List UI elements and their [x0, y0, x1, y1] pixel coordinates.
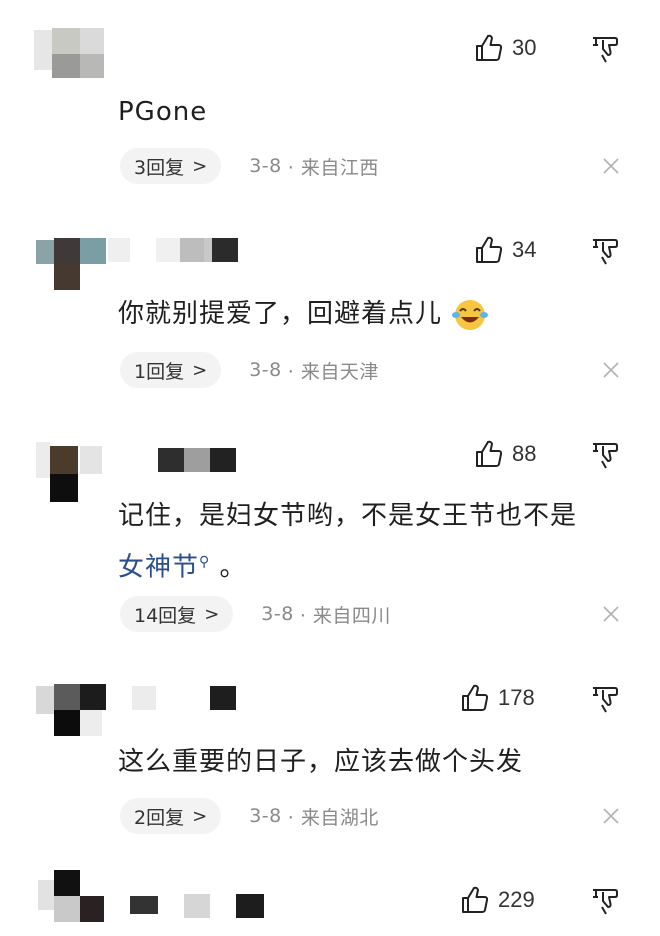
username-redacted[interactable] — [158, 448, 238, 472]
thumbs-up-icon — [460, 683, 490, 713]
avatar[interactable] — [34, 866, 106, 926]
topic-link[interactable]: 女神节 — [118, 553, 199, 583]
comment-date: 3-8 — [261, 603, 294, 625]
comment-date: 3-8 — [249, 805, 282, 827]
comment-item: 178 这么重要的日子，应该去做个头发 2回复 > 3-8 · 来自湖北 — [0, 660, 660, 860]
comment-date: 3-8 — [249, 155, 282, 177]
like-count: 34 — [512, 237, 537, 262]
reply-count-button[interactable]: 2回复 > — [120, 798, 222, 834]
avatar[interactable] — [34, 222, 106, 290]
avatar[interactable] — [34, 428, 106, 502]
chevron-right-icon: > — [204, 603, 220, 625]
close-icon[interactable] — [600, 359, 622, 381]
comment-text: 你就别提爱了，回避着点儿 — [118, 292, 489, 336]
like-button[interactable]: 30 — [474, 28, 536, 68]
comment-text: 记住，是妇女节哟，不是女王节也不是 — [118, 501, 578, 531]
like-count: 30 — [512, 35, 537, 60]
close-icon[interactable] — [600, 155, 622, 177]
reply-count: 3回复 — [134, 156, 185, 179]
like-button[interactable]: 88 — [474, 434, 536, 474]
thumbs-up-icon — [460, 885, 490, 915]
comment-item: 88 记住，是妇女节哟，不是女王节也不是 女神节⚲ 。 14回复 > 3-8 ·… — [0, 410, 660, 660]
comment-text: PGone — [118, 97, 208, 127]
close-icon[interactable] — [600, 603, 622, 625]
search-icon: ⚲ — [199, 554, 211, 570]
reply-count: 1回复 — [134, 360, 185, 383]
comment-location: · 来自天津 — [287, 360, 379, 383]
avatar[interactable] — [34, 20, 106, 80]
laughing-crying-emoji — [451, 298, 489, 332]
like-button[interactable]: 229 — [460, 880, 535, 920]
like-count: 229 — [498, 887, 535, 912]
thumbs-up-icon — [474, 235, 504, 265]
reply-count: 14回复 — [134, 604, 197, 627]
comment-text: 这么重要的日子，应该去做个头发 — [118, 747, 524, 777]
comment-location: · 来自江西 — [287, 156, 379, 179]
comment-location: · 来自湖北 — [287, 806, 379, 829]
username-redacted[interactable] — [108, 238, 238, 262]
comment-date: 3-8 — [249, 359, 282, 381]
comment-location: · 来自四川 — [299, 604, 391, 627]
like-count: 178 — [498, 685, 535, 710]
thumbs-down-icon[interactable] — [590, 684, 620, 714]
reply-count-button[interactable]: 1回复 > — [120, 352, 222, 388]
chevron-right-icon: > — [192, 805, 208, 827]
chevron-right-icon: > — [192, 359, 208, 381]
comment-item: 229 — [0, 860, 660, 936]
reply-count: 2回复 — [134, 806, 185, 829]
close-icon[interactable] — [600, 805, 622, 827]
comment-meta: 2回复 > 3-8 · 来自湖北 — [120, 796, 379, 836]
comment-meta: 14回复 > 3-8 · 来自四川 — [120, 594, 391, 634]
thumbs-up-icon — [474, 33, 504, 63]
comment-meta: 3回复 > 3-8 · 来自江西 — [120, 146, 379, 186]
username-redacted[interactable] — [130, 894, 266, 918]
chevron-right-icon: > — [192, 155, 208, 177]
thumbs-down-icon[interactable] — [590, 34, 620, 64]
comment-text-content: 你就别提爱了，回避着点儿 — [118, 299, 443, 329]
thumbs-down-icon[interactable] — [590, 440, 620, 470]
reply-count-button[interactable]: 14回复 > — [120, 596, 234, 632]
avatar[interactable] — [34, 680, 106, 740]
comment-text-tail: 。 — [210, 552, 247, 583]
comment-meta: 1回复 > 3-8 · 来自天津 — [120, 350, 379, 390]
like-count: 88 — [512, 441, 537, 466]
comment-text-line2: 女神节⚲ 。 — [118, 540, 247, 590]
thumbs-down-icon[interactable] — [590, 236, 620, 266]
like-button[interactable]: 178 — [460, 678, 535, 718]
comment-item: 30 PGone 3回复 > 3-8 · 来自江西 — [0, 0, 660, 200]
thumbs-up-icon — [474, 439, 504, 469]
username-redacted[interactable] — [132, 686, 240, 710]
reply-count-button[interactable]: 3回复 > — [120, 148, 222, 184]
like-button[interactable]: 34 — [474, 230, 536, 270]
thumbs-down-icon[interactable] — [590, 886, 620, 916]
comment-item: 34 你就别提爱了，回避着点儿 1回复 > 3-8 · 来自天津 — [0, 200, 660, 410]
